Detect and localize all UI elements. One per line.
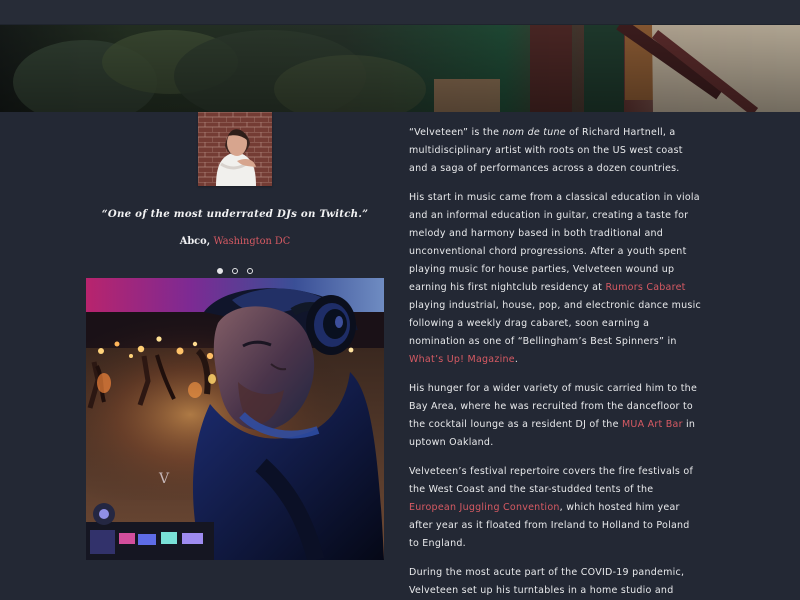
bio-p5-text-a: During the most acute part of the COVID-… [409, 567, 685, 596]
bio-paragraph-1: “Velveteen” is the nom de tune of Richar… [409, 124, 701, 178]
top-bar [0, 0, 800, 25]
european-juggling-convention-link[interactable]: European Juggling Convention [409, 502, 560, 513]
page: “One of the most underrated DJs on Twitc… [0, 0, 800, 600]
attribution-separator: , [206, 236, 214, 247]
content-area: “One of the most underrated DJs on Twitc… [0, 112, 800, 600]
testimonial-attribution: Abco, Washington DC [86, 236, 384, 247]
rumors-cabaret-link[interactable]: Rumors Cabaret [605, 282, 685, 293]
carousel-pagination [217, 266, 253, 276]
photo-signature: V [158, 471, 170, 487]
bio-paragraph-5: During the most acute part of the COVID-… [409, 564, 701, 600]
carousel-dot-2[interactable] [232, 268, 238, 274]
bio-paragraph-2: His start in music came from a classical… [409, 189, 701, 369]
whats-up-magazine-link[interactable]: What’s Up! Magazine [409, 354, 515, 365]
avatar-photo [198, 112, 272, 186]
mua-art-bar-link[interactable]: MUA Art Bar [622, 419, 683, 430]
bio-p2-text-c: . [514, 354, 519, 365]
biography-text: “Velveteen” is the nom de tune of Richar… [409, 124, 701, 600]
dj-photo: V [86, 278, 384, 560]
bio-paragraph-4: Velveteen’s festival repertoire covers t… [409, 463, 701, 553]
bio-p2-text-b: playing industrial, house, pop, and elec… [409, 300, 701, 347]
testimonial-location-link[interactable]: Washington DC [214, 236, 291, 247]
testimonial-carousel: “One of the most underrated DJs on Twitc… [86, 112, 384, 280]
bio-p1-italic-phrase: nom de tune [502, 127, 566, 138]
carousel-dot-1[interactable] [217, 268, 223, 274]
testimonial-author: Abco [179, 236, 207, 247]
hero-image [0, 24, 800, 112]
carousel-dot-3[interactable] [247, 268, 253, 274]
bio-paragraph-3: His hunger for a wider variety of music … [409, 380, 701, 452]
bio-p1-text-a: “Velveteen” is the [409, 127, 503, 138]
bio-p4-text-a: Velveteen’s festival repertoire covers t… [409, 466, 694, 495]
testimonial-quote: “One of the most underrated DJs on Twitc… [101, 208, 369, 220]
bio-p2-text-a: His start in music came from a classical… [409, 192, 700, 293]
